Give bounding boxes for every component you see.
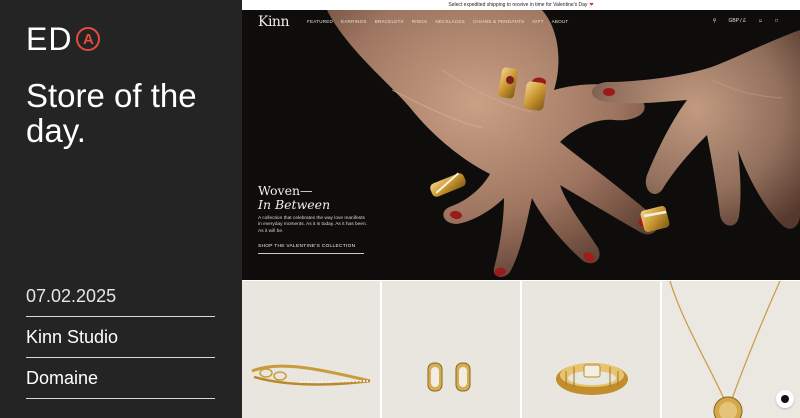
announcement-bar: Select expedited shipping to receive in …	[242, 0, 800, 10]
nav-necklaces[interactable]: NECKLACES	[435, 19, 465, 24]
product-grid	[242, 281, 800, 418]
logo-text: ED	[26, 21, 73, 57]
website-preview: Select expedited shipping to receive in …	[242, 0, 800, 418]
store-of-day-panel: ED A Store of the day. 07.02.2025 Kinn S…	[0, 0, 242, 418]
platform-name[interactable]: Domaine	[26, 358, 215, 399]
ring-image	[556, 363, 628, 395]
bracelet-image	[251, 364, 371, 386]
promo-title: Woven—	[258, 183, 313, 198]
heart-icon: ❤	[589, 2, 594, 8]
nav-featured[interactable]: FEATURED	[307, 19, 333, 24]
announcement-text: Select expedited shipping to receive in …	[448, 2, 588, 8]
store-meta: 07.02.2025 Kinn Studio Domaine	[26, 284, 215, 399]
nav-bracelets[interactable]: BRACELETS	[375, 19, 404, 24]
hoop-earrings-image	[427, 362, 471, 392]
shop-valentines-link[interactable]: SHOP THE VALENTINE'S COLLECTION	[258, 244, 364, 255]
promo-subtitle: In Between	[258, 197, 331, 212]
eda-logo[interactable]: ED A	[26, 21, 101, 57]
feature-date: 07.02.2025	[26, 284, 215, 317]
product-card-ring[interactable]	[522, 281, 660, 418]
chat-button[interactable]	[776, 390, 794, 408]
nav-links: FEATURED EARRINGS BRACELETS RINGS NECKLA…	[307, 19, 568, 24]
nav-utilities: ⚲ GBP / £ ☺ □	[713, 18, 778, 24]
product-card-necklace[interactable]	[662, 281, 800, 418]
nav-gift[interactable]: GIFT	[532, 19, 543, 24]
chat-icon	[781, 395, 789, 403]
product-card-earrings[interactable]	[382, 281, 520, 418]
nav-earrings[interactable]: EARRINGS	[341, 19, 367, 24]
search-icon[interactable]: ⚲	[713, 18, 717, 24]
currency-selector[interactable]: GBP / £	[728, 18, 745, 24]
account-icon[interactable]: ☺	[758, 18, 763, 24]
nav-rings[interactable]: RINGS	[412, 19, 428, 24]
page-title: Store of the day.	[26, 77, 197, 149]
studio-name[interactable]: Kinn Studio	[26, 317, 215, 358]
product-card-bracelet[interactable]	[242, 281, 380, 418]
site-nav: Kinn FEATURED EARRINGS BRACELETS RINGS N…	[242, 10, 800, 36]
kinn-logo[interactable]: Kinn	[258, 14, 289, 30]
hero-banner: Kinn FEATURED EARRINGS BRACELETS RINGS N…	[242, 10, 800, 280]
bag-icon[interactable]: □	[775, 18, 778, 24]
promo-description: A collection that celebrates the way lov…	[258, 216, 367, 234]
logo-mark-icon: A	[76, 27, 101, 51]
nav-chains-pendants[interactable]: CHAINS & PENDANTS	[473, 19, 524, 24]
hero-promo: Woven— In Between A collection that cele…	[258, 183, 368, 255]
nav-about[interactable]: ABOUT	[552, 19, 569, 24]
